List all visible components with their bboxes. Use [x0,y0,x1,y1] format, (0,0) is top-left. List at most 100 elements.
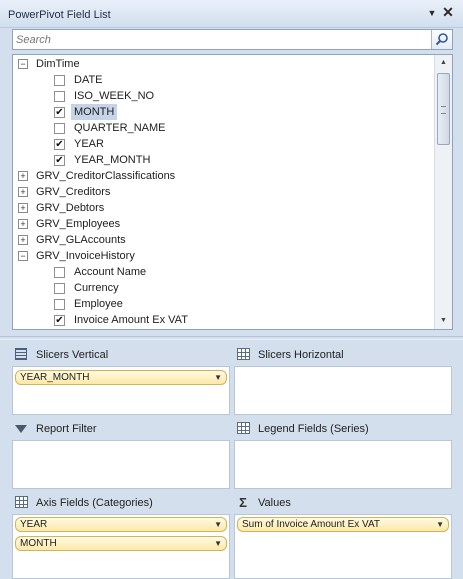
axis-fields-zone[interactable]: YEAR ▼ MONTH ▼ [12,514,230,579]
field-node[interactable]: Currency [13,280,434,296]
grip-icon [441,106,446,114]
pill-label: MONTH [20,538,57,549]
field-pill[interactable]: YEAR ▼ [15,517,227,532]
field-pill[interactable]: MONTH ▼ [15,536,227,551]
table-node[interactable]: + GRV_CreditorClassifications [13,168,434,184]
field-node[interactable]: ✔ YEAR_MONTH [13,152,434,168]
field-node-label: YEAR_MONTH [74,154,151,166]
checkmark-icon: ✔ [55,155,64,166]
vertical-scrollbar[interactable]: ▲ ▼ [434,55,452,329]
expand-icon[interactable]: + [18,171,28,181]
table-node-label: GRV_Employees [36,218,121,230]
search-box [12,29,453,50]
values-header: Σ Values [234,494,449,512]
slicers-horizontal-label: Slicers Horizontal [258,349,344,361]
table-node[interactable]: − GRV_InvoiceHistory [13,248,434,264]
table-node[interactable]: + GRV_Employees [13,216,434,232]
field-checkbox[interactable]: ✔ [54,315,65,326]
field-node[interactable]: Account Name [13,264,434,280]
values-zone[interactable]: Sum of Invoice Amount Ex VAT ▼ [234,514,452,579]
field-checkbox[interactable] [54,91,65,102]
table-node-label: GRV_Creditors [36,186,111,198]
field-node[interactable]: DATE [13,72,434,88]
slicers-horizontal-header: Slicers Horizontal [234,346,449,364]
pill-dropdown-icon[interactable]: ▼ [214,537,222,550]
field-pill[interactable]: YEAR_MONTH ▼ [15,370,227,385]
field-node-label: Invoice Amount Ex VAT [74,314,188,326]
field-checkbox[interactable] [54,123,65,134]
report-filter-zone[interactable] [12,440,230,489]
field-node-label: DATE [74,74,103,86]
filter-icon [14,422,28,436]
slicers-horizontal-zone[interactable] [234,366,452,415]
pill-label: YEAR [20,519,48,530]
axis-fields-icon [14,496,28,510]
table-node-label: GRV_CreditorClassifications [36,170,176,182]
pill-dropdown-icon[interactable]: ▼ [436,518,444,531]
field-node[interactable]: ✔ YEAR [13,136,434,152]
close-icon[interactable]: ✕ [441,5,455,19]
field-pill[interactable]: Sum of Invoice Amount Ex VAT ▼ [237,517,449,532]
checkmark-icon: ✔ [55,107,64,118]
slicers-vertical-header: Slicers Vertical [12,346,227,364]
pill-dropdown-icon[interactable]: ▼ [214,518,222,531]
slicers-vertical-label: Slicers Vertical [36,349,109,361]
table-node[interactable]: + GRV_GLAccounts [13,232,434,248]
axis-fields-header: Axis Fields (Categories) [12,494,227,512]
field-checkbox[interactable] [54,299,65,310]
expand-icon[interactable]: + [18,187,28,197]
checkmark-icon: ✔ [55,315,64,326]
checkmark-icon: ✔ [55,139,64,150]
field-node[interactable]: ISO_WEEK_NO [13,88,434,104]
field-checkbox[interactable] [54,283,65,294]
legend-fields-header: Legend Fields (Series) [234,420,449,438]
search-input[interactable] [13,30,428,49]
search-icon [435,33,448,46]
expand-icon[interactable]: + [18,235,28,245]
pill-label: YEAR_MONTH [20,372,90,383]
scrollbar-thumb[interactable] [437,73,450,145]
collapse-icon[interactable]: − [18,251,28,261]
table-node-label: GRV_GLAccounts [36,234,126,246]
scroll-up-arrow-icon[interactable]: ▲ [435,56,452,70]
field-tree: − DimTime DATE ISO_WEEK_NO ✔ MONTH QUARTER_NAM… [12,54,453,330]
report-filter-header: Report Filter [12,420,227,438]
expand-icon[interactable]: + [18,203,28,213]
collapse-icon[interactable]: − [18,59,28,69]
axis-fields-label: Axis Fields (Categories) [36,497,153,509]
field-checkbox[interactable] [54,75,65,86]
splitter[interactable] [0,336,463,340]
field-node-label: YEAR [74,138,104,150]
table-node[interactable]: − DimTime [13,56,434,72]
field-checkbox[interactable]: ✔ [54,155,65,166]
slicers-vertical-zone[interactable]: YEAR_MONTH ▼ [12,366,230,415]
sigma-icon: Σ [239,495,247,510]
field-node-label: QUARTER_NAME [74,122,166,134]
report-filter-label: Report Filter [36,423,97,435]
field-checkbox[interactable]: ✔ [54,139,65,150]
legend-fields-zone[interactable] [234,440,452,489]
panel-menu-dropdown-icon[interactable]: ▼ [427,8,437,18]
field-node[interactable]: Employee [13,296,434,312]
field-checkbox[interactable]: ✔ [54,107,65,118]
values-label: Values [258,497,291,509]
field-node[interactable]: ✔ Invoice Amount Ex VAT [13,312,434,328]
scroll-down-arrow-icon[interactable]: ▼ [435,314,452,328]
panel-title: PowerPivot Field List [8,9,111,21]
title-bar: PowerPivot Field List ▼ ✕ [0,0,463,28]
pill-dropdown-icon[interactable]: ▼ [214,371,222,384]
pill-label: Sum of Invoice Amount Ex VAT [242,519,381,530]
table-node-label: DimTime [36,58,80,70]
table-node[interactable]: + GRV_Creditors [13,184,434,200]
field-node-label: Currency [74,282,119,294]
field-node-label: ISO_WEEK_NO [74,90,155,102]
search-button[interactable] [431,30,452,49]
field-node[interactable]: QUARTER_NAME [13,120,434,136]
table-node[interactable]: + GRV_Debtors [13,200,434,216]
field-node-label: Account Name [74,266,147,278]
field-checkbox[interactable] [54,267,65,278]
slicers-horizontal-icon [236,348,250,362]
expand-icon[interactable]: + [18,219,28,229]
field-node[interactable]: ✔ MONTH [13,104,434,120]
field-node-label: MONTH [71,104,118,120]
